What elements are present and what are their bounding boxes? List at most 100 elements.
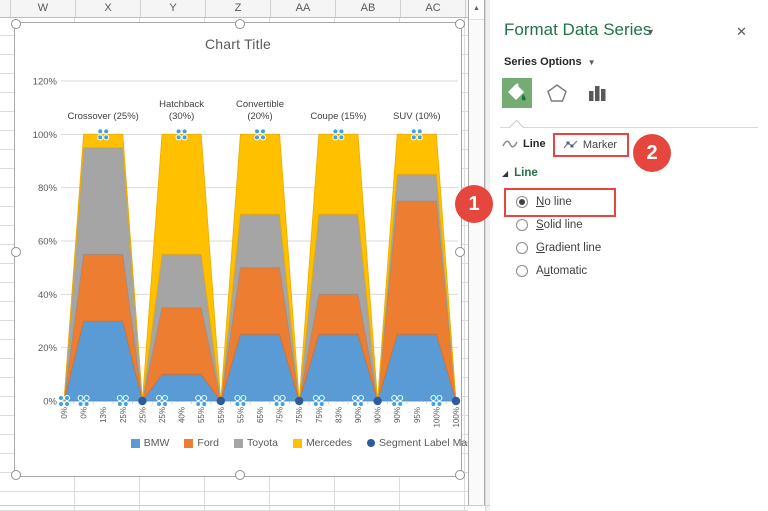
chart-plot-svg: 0%20%40%60%80%100%120%0% 0% 13% 25% 25% 25% 40… xyxy=(33,77,461,428)
chart-object[interactable]: Chart Title 0% 20% 40% 60% 80% 100% 120% 0% 0% 13… xyxy=(11,19,485,480)
selected-point-highlight-icon xyxy=(410,128,417,135)
radio-button-selected[interactable] xyxy=(516,195,528,208)
fill-line-tab[interactable] xyxy=(502,78,532,108)
radio-button[interactable] xyxy=(516,241,528,254)
segment-label: Crossover (25%) xyxy=(68,111,139,122)
radio-automatic[interactable]: Automatic xyxy=(516,259,601,282)
legend-item-Mercedes[interactable]: Mercedes xyxy=(292,437,352,449)
column-header-AA[interactable]: AA xyxy=(271,0,336,17)
legend-swatch-icon xyxy=(292,438,302,448)
selected-point-highlight-icon xyxy=(103,134,110,141)
selected-point-highlight-icon xyxy=(156,395,162,401)
column-header-Z[interactable]: Z xyxy=(206,0,271,17)
pane-icon-tabs xyxy=(502,78,622,108)
selected-point-highlight-icon xyxy=(436,401,443,407)
chart-resize-handle-mid-left[interactable] xyxy=(11,247,21,257)
selected-point-highlight-icon xyxy=(116,401,123,407)
selected-point-highlight-icon xyxy=(162,395,168,401)
scroll-up-icon[interactable]: ▲ xyxy=(469,0,484,20)
tab-marker[interactable]: Marker xyxy=(553,134,627,156)
line-group-label: Line xyxy=(514,167,538,179)
worksheet[interactable]: W X Y Z AA AB AC Chart Title 0% 20% 40% 60% 80% 100… xyxy=(0,0,490,511)
x-axis-tick-label: 55% xyxy=(217,407,226,423)
paint-bucket-icon xyxy=(508,83,526,101)
legend-swatch-icon xyxy=(130,438,140,448)
selected-point-highlight-icon xyxy=(273,395,280,401)
radio-button[interactable] xyxy=(516,264,528,277)
y-axis-tick-label: 60% xyxy=(38,237,58,248)
segment-label: SUV (10%) xyxy=(393,111,441,122)
legend-swatch-icon xyxy=(234,438,243,448)
close-icon[interactable]: ✕ xyxy=(736,24,747,40)
selected-point-highlight-icon xyxy=(175,128,182,135)
series-options-tab[interactable] xyxy=(582,78,612,108)
selected-point-highlight-icon xyxy=(312,401,319,407)
selected-point-highlight-icon xyxy=(410,134,417,141)
radio-no-line[interactable]: No line xyxy=(516,190,601,213)
column-header-X[interactable]: X xyxy=(76,0,141,17)
selected-point-highlight-icon xyxy=(156,401,162,407)
column-header-Y[interactable]: Y xyxy=(141,0,206,17)
line-group-header[interactable]: ◢ Line xyxy=(502,167,538,179)
selected-point-highlight-icon xyxy=(352,401,358,407)
marker-dot-icon xyxy=(295,396,304,406)
segment-label: Convertible xyxy=(236,99,284,110)
selected-point-highlight-icon xyxy=(64,395,70,401)
x-axis-tick-label: 75% xyxy=(315,407,324,423)
x-axis-tick-label: 13% xyxy=(99,407,108,423)
chart-resize-handle-mid-right[interactable] xyxy=(455,247,465,257)
x-axis-tick-label: 25% xyxy=(138,407,147,423)
selected-point-highlight-icon xyxy=(162,401,168,407)
chart-resize-handle-top-right[interactable] xyxy=(455,19,465,29)
pane-divider xyxy=(500,127,758,128)
x-axis-tick-label: 40% xyxy=(178,407,187,423)
x-axis-tick-label: 100% xyxy=(432,407,441,427)
legend-item-BMW[interactable]: BMW xyxy=(130,437,169,449)
selected-point-highlight-icon xyxy=(77,401,84,407)
column-header-AC[interactable]: AC xyxy=(401,0,466,17)
x-axis-tick-label: 90% xyxy=(393,407,402,423)
pane-title: Format Data Series xyxy=(504,20,652,39)
x-axis-tick-label: 75% xyxy=(276,407,285,423)
segment-label: Coupe (15%) xyxy=(310,111,366,122)
x-axis-tick-label: 0% xyxy=(80,407,89,419)
chart-resize-handle-bottom-right[interactable] xyxy=(455,470,465,480)
y-axis-tick-label: 80% xyxy=(38,183,58,194)
segment-label: (30%) xyxy=(169,111,194,122)
radio-gradient-line[interactable]: Gradient line xyxy=(516,236,601,259)
selected-point-highlight-icon xyxy=(254,128,260,135)
column-header-AB[interactable]: AB xyxy=(336,0,401,17)
marker-dot-icon xyxy=(138,396,147,406)
selected-point-highlight-icon xyxy=(391,401,398,407)
format-data-series-pane: Format Data Series ▼ ✕ Series Options ▼ xyxy=(490,0,768,511)
worksheet-vertical-scrollbar[interactable]: ▲ xyxy=(468,0,485,505)
selected-point-highlight-icon xyxy=(416,134,423,141)
series-options-dropdown[interactable]: Series Options ▼ xyxy=(504,56,596,68)
y-axis-tick-label: 120% xyxy=(33,77,58,88)
legend-item-Ford[interactable]: Ford xyxy=(184,437,219,449)
legend-item-Toyota[interactable]: Toyota xyxy=(234,437,278,449)
effects-tab[interactable] xyxy=(542,78,572,108)
expand-triangle-icon: ◢ xyxy=(502,168,509,178)
chart-legend[interactable]: BMW Ford Toyota Mercedes Segment Label Marke… xyxy=(15,437,485,449)
series-options-label: Series Options xyxy=(504,56,582,68)
tab-line[interactable]: Line xyxy=(502,138,546,150)
column-header-partial[interactable] xyxy=(0,0,11,17)
selected-point-highlight-icon xyxy=(436,395,443,401)
tab-line-label: Line xyxy=(523,138,546,150)
radio-button[interactable] xyxy=(516,218,528,231)
chart-resize-handle-top-left[interactable] xyxy=(11,19,21,29)
pane-title-dropdown-icon[interactable]: ▼ xyxy=(646,27,655,37)
line-icon xyxy=(502,140,518,148)
x-axis-tick-label: 75% xyxy=(295,407,304,423)
radio-gradient-line-label: Gradient line xyxy=(536,241,602,254)
chart-resize-handle-bottom-left[interactable] xyxy=(11,470,21,480)
selected-point-highlight-icon xyxy=(391,395,398,401)
column-header-W[interactable]: W xyxy=(11,0,76,17)
x-axis-tick-label: 55% xyxy=(197,407,206,423)
radio-solid-line[interactable]: Solid line xyxy=(516,213,601,236)
chart-resize-handle-bottom-center[interactable] xyxy=(235,470,245,480)
selected-point-highlight-icon xyxy=(116,395,123,401)
chart-resize-handle-top-center[interactable] xyxy=(235,19,245,29)
selected-point-highlight-icon xyxy=(195,401,202,407)
